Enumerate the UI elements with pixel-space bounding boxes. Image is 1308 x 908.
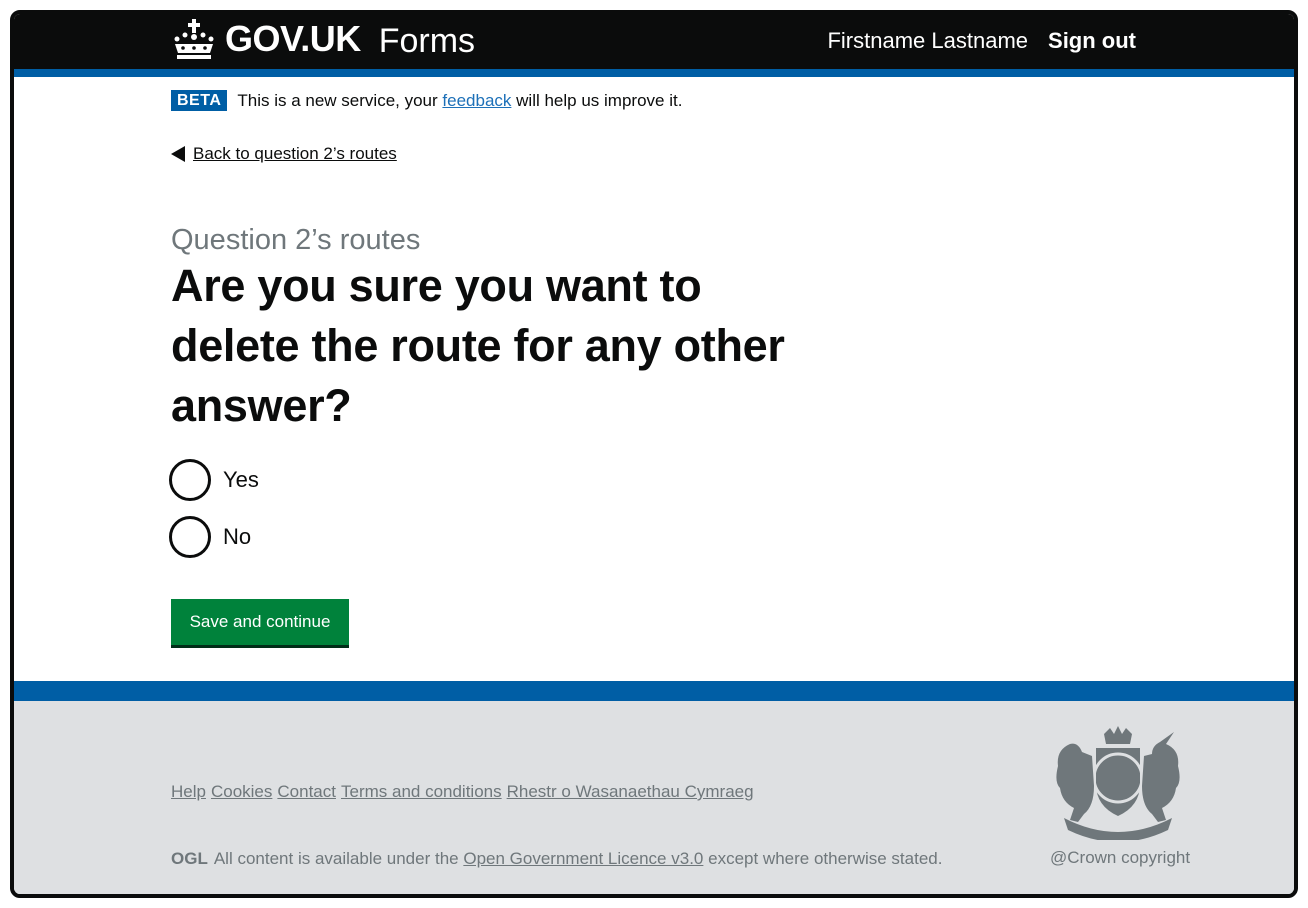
back-link-text[interactable]: Back to question 2’s routes bbox=[193, 144, 397, 164]
royal-coat-of-arms-icon bbox=[1048, 726, 1188, 842]
logo-text: GOV.UK bbox=[225, 18, 361, 59]
site-header: GOV.UK Forms Firstname Lastname Sign out bbox=[14, 14, 1294, 69]
site-footer: Help Cookies Contact Terms and condition… bbox=[14, 701, 1294, 894]
beta-tag: BETA bbox=[171, 90, 228, 111]
header-blue-bar bbox=[14, 69, 1294, 77]
radio-no[interactable]: No bbox=[169, 516, 251, 558]
footer-links: Help Cookies Contact Terms and condition… bbox=[171, 782, 754, 802]
page-caption: Question 2’s routes bbox=[171, 224, 421, 256]
product-name: Forms bbox=[378, 22, 476, 60]
footer-link-welsh-services[interactable]: Rhestr o Wasanaethau Cymraeg bbox=[507, 782, 754, 802]
licence-text-after: except where otherwise stated. bbox=[708, 849, 943, 868]
phase-text-before: This is a new service, your bbox=[237, 90, 438, 110]
govuk-logo[interactable]: GOV.UK Forms bbox=[171, 17, 475, 61]
feedback-link[interactable]: feedback bbox=[442, 91, 511, 111]
radio-yes-label: Yes bbox=[223, 467, 259, 492]
footer-blue-bar bbox=[14, 681, 1294, 701]
footer-link-cookies[interactable]: Cookies bbox=[211, 782, 272, 802]
footer-link-help[interactable]: Help bbox=[171, 782, 206, 802]
page-title: Are you sure you want to delete the rout… bbox=[171, 260, 785, 431]
crown-copyright: @Crown copyright bbox=[1050, 848, 1191, 867]
licence-statement: OGL All content is available under the O… bbox=[171, 849, 942, 869]
licence-text-before: All content is available under the bbox=[213, 849, 459, 868]
radio-yes-circle[interactable] bbox=[169, 459, 211, 501]
radio-yes[interactable]: Yes bbox=[169, 459, 259, 501]
ogl-logo: OGL bbox=[171, 849, 208, 868]
user-name: Firstname Lastname bbox=[827, 28, 1029, 53]
licence-link[interactable]: Open Government Licence v3.0 bbox=[463, 849, 703, 869]
sign-out-link[interactable]: Sign out bbox=[1048, 28, 1136, 54]
radio-no-label: No bbox=[223, 524, 252, 549]
save-and-continue-button[interactable]: Save and continue bbox=[171, 599, 349, 645]
back-arrow-icon bbox=[171, 146, 185, 162]
header-user-nav: Firstname Lastname Sign out bbox=[827, 28, 1136, 54]
radio-no-circle[interactable] bbox=[169, 516, 211, 558]
back-link[interactable]: Back to question 2’s routes bbox=[171, 144, 397, 164]
footer-link-contact[interactable]: Contact bbox=[277, 782, 336, 802]
footer-link-terms[interactable]: Terms and conditions bbox=[341, 782, 502, 802]
browser-frame: GOV.UK Forms Firstname Lastname Sign out… bbox=[10, 10, 1298, 898]
phase-text-after: will help us improve it. bbox=[516, 90, 683, 110]
phase-banner: BETA This is a new service, your feedbac… bbox=[171, 90, 682, 111]
crown-icon bbox=[171, 17, 217, 61]
